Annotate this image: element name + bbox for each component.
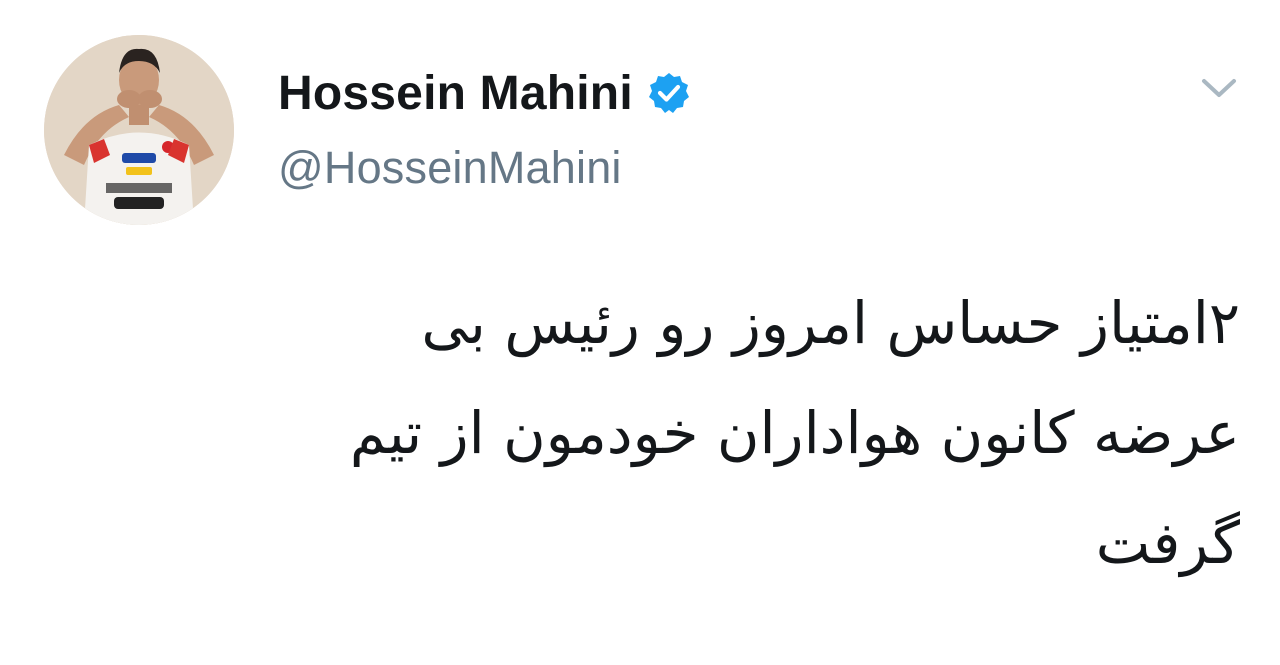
tweet-text: ۲امتیاز حساس امروز رو رئیس بی عرضه کانون… (60, 268, 1240, 598)
tweet-text-line: گرفت (1095, 509, 1240, 577)
tweet-menu-button[interactable] (1198, 72, 1240, 106)
verified-badge-icon (647, 71, 691, 115)
user-avatar[interactable] (44, 35, 234, 225)
chevron-down-icon (1202, 79, 1236, 97)
user-names: Hossein Mahini @HosseinMahini (278, 62, 691, 194)
tweet-text-line: عرضه کانون هواداران خودمون از تیم (349, 399, 1240, 467)
display-name-row: Hossein Mahini (278, 62, 691, 124)
tweet-text-line: ۲امتیاز حساس امروز رو رئیس بی (421, 289, 1240, 357)
tweet-card: Hossein Mahini @HosseinMahini ۲امتیاز حس… (0, 0, 1280, 665)
display-name[interactable]: Hossein Mahini (278, 66, 633, 121)
avatar-photo-icon (44, 35, 234, 225)
user-handle[interactable]: @HosseinMahini (278, 142, 691, 194)
